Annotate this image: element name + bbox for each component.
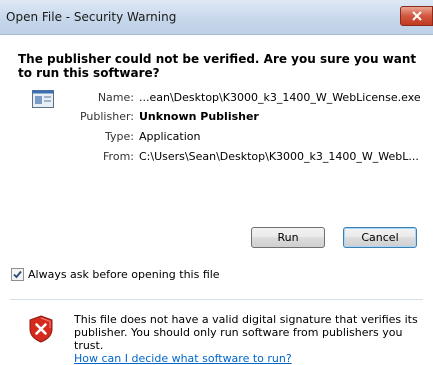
always-ask-checkbox[interactable] [11,268,24,281]
application-icon [32,90,54,108]
type-label: Type: [105,130,134,143]
from-value: C:\Users\Sean\Desktop\K3000_k3_1400_W_We… [139,150,419,163]
signature-warning-text: This file does not have a valid digital … [74,313,424,365]
name-value: ...ean\Desktop\K3000_k3_1400_W_WebLicens… [139,91,421,104]
run-button[interactable]: Run [251,227,325,248]
dialog-content: The publisher could not be verified. Are… [0,35,433,365]
title-bar: Open File - Security Warning [0,0,433,35]
name-label: Name: [97,91,134,104]
close-button[interactable] [400,6,433,26]
type-value: Application [139,130,201,143]
checkmark-icon [13,270,22,279]
cancel-button[interactable]: Cancel [343,227,417,248]
warning-headline: The publisher could not be verified. Are… [18,52,417,80]
always-ask-label: Always ask before opening this file [28,268,220,281]
shield-warning-icon [29,315,53,343]
always-ask-option[interactable]: Always ask before opening this file [11,268,220,281]
from-label: From: [103,150,134,163]
publisher-label: Publisher: [79,110,134,123]
help-link[interactable]: How can I decide what software to run? [74,352,292,365]
warning-message: This file does not have a valid digital … [74,313,418,352]
publisher-value: Unknown Publisher [139,110,259,123]
divider [10,299,423,300]
window-title: Open File - Security Warning [6,10,177,24]
close-icon [411,11,422,21]
